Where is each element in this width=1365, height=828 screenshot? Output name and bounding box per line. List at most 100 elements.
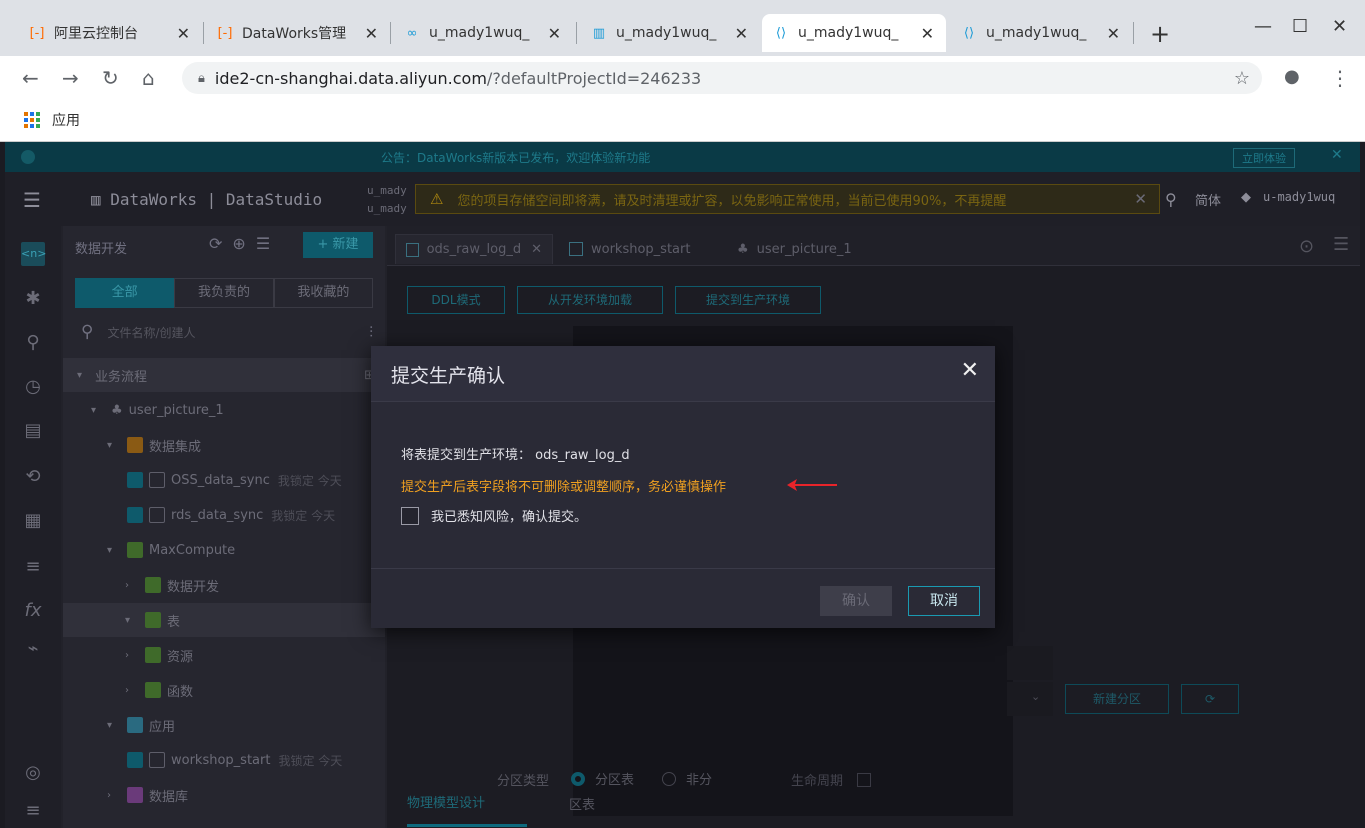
confirm-button[interactable]: 确认 (820, 586, 892, 616)
banner-button[interactable]: 立即体验 (1233, 148, 1295, 168)
tree-row[interactable]: OSS_data_sync 我锁定 今天 (63, 463, 385, 497)
browser-tab-aliyun-console[interactable]: [-] 阿里云控制台 ✕ (18, 14, 202, 52)
radio-icon[interactable] (662, 771, 677, 786)
browser-tab-6[interactable]: ⟨⟩ u_mady1wuq_ ✕ (950, 14, 1132, 52)
tree-row[interactable]: ▾ MaxCompute (63, 533, 385, 567)
tree-row[interactable]: workshop_start 我锁定 今天 (63, 743, 385, 777)
tab-mine[interactable]: 我负责的 (174, 278, 274, 308)
warning-icon: ⚠ (430, 190, 444, 208)
refresh-icon[interactable]: ⟳ (209, 234, 222, 253)
tree-row[interactable]: rds_data_sync 我锁定 今天 (63, 498, 385, 532)
tree-row[interactable]: › 资源 (63, 638, 385, 672)
add-partition-button[interactable]: 新建分区 (1065, 684, 1169, 714)
filter-icon[interactable]: ⫶ (369, 323, 373, 341)
tab-favorites[interactable]: 我收藏的 (273, 278, 373, 308)
browser-tab-4[interactable]: ▥ u_mady1wuq_ ✕ (580, 14, 760, 52)
close-icon[interactable]: ✕ (735, 24, 748, 43)
search-icon[interactable]: ⚲ (21, 332, 45, 356)
list-icon[interactable]: ☰ (256, 234, 270, 253)
calendar-icon[interactable]: ▦ (21, 510, 45, 534)
reload-icon[interactable]: ↻ (102, 66, 119, 90)
dialog-footer: 确认 取消 (371, 568, 995, 628)
user-name[interactable]: u-mady1wuq (1263, 190, 1335, 204)
tab-all[interactable]: 全部 (75, 278, 175, 308)
load-from-dev-button[interactable]: 从开发环境加载 (517, 286, 663, 314)
maxcompute-icon (127, 542, 143, 558)
menu-icon[interactable]: ≡ (21, 800, 45, 824)
chevron-down-icon: ▾ (77, 369, 83, 381)
editor-tab-user-picture[interactable]: ♣ user_picture_1 (727, 234, 862, 264)
menu-kebab-icon[interactable]: ⋮ (1330, 66, 1350, 90)
chevron-down-circle-icon[interactable]: ⊙ (1299, 236, 1314, 257)
bookmark-apps[interactable]: 应用 (24, 110, 80, 130)
tree-row[interactable]: ▾ 业务流程 ⊞ (63, 358, 385, 392)
tree-row[interactable]: ▾ 应用 (63, 708, 385, 742)
browser-tab-dataworks-manage[interactable]: [-] DataWorks管理 ✕ (206, 14, 390, 52)
code-icon[interactable]: <n> (21, 242, 46, 266)
new-tab-plus-icon[interactable]: + (1150, 20, 1170, 48)
table-icon (145, 612, 161, 628)
language-switch[interactable]: 简体 (1195, 190, 1221, 209)
browser-tab-5-active[interactable]: ⟨⟩ u_mady1wuq_ ✕ (762, 14, 946, 52)
tree-row[interactable]: ▾ 数据集成 (63, 428, 385, 462)
close-icon[interactable]: ✕ (1107, 24, 1120, 43)
tree-row[interactable]: ▾ ♣ user_picture_1 (63, 393, 385, 427)
clock-icon[interactable]: ◷ (21, 376, 45, 400)
window-close-icon[interactable]: ✕ (1332, 16, 1347, 37)
pulse-icon[interactable]: ⌁ (21, 638, 45, 662)
home-icon[interactable]: ⌂ (142, 66, 155, 90)
star-icon[interactable]: ☆ (1234, 68, 1250, 89)
sidebar-search[interactable]: ⚲ 文件名称/创建人 ⫶ (75, 318, 373, 346)
profile-icon[interactable]: ● (1284, 66, 1300, 87)
cancel-button[interactable]: 取消 (908, 586, 980, 616)
back-icon[interactable]: ← (22, 66, 39, 90)
component-icon[interactable]: ⟲ (21, 466, 45, 490)
editor-tab-ods-raw-log[interactable]: ods_raw_log_d ✕ (395, 234, 553, 264)
tree-row[interactable]: › 数据库 (63, 778, 385, 812)
ddl-mode-button[interactable]: DDL模式 (407, 286, 505, 314)
close-icon[interactable]: ✕ (548, 24, 561, 43)
refresh-icon[interactable]: ⟳ (1181, 684, 1239, 714)
function-icon[interactable]: fx (21, 600, 45, 624)
hamburger-menu-icon[interactable]: ☰ (23, 188, 41, 212)
acknowledge-checkbox[interactable] (401, 506, 419, 525)
close-icon[interactable]: ✕ (961, 358, 979, 383)
minimize-icon[interactable]: — (1254, 16, 1272, 37)
menu-icon[interactable]: ☰ (1333, 234, 1349, 255)
settings-icon[interactable]: ◎ (21, 762, 45, 786)
radio-selected-icon[interactable] (571, 771, 585, 786)
forward-icon[interactable]: → (62, 66, 79, 90)
bookmarks-bar: 应用 (0, 100, 1365, 142)
maximize-icon[interactable]: ☐ (1292, 16, 1308, 37)
close-icon[interactable]: ✕ (921, 24, 934, 43)
user-avatar-icon[interactable]: ◆ (1241, 190, 1251, 205)
tree-row[interactable]: › 函数 (63, 673, 385, 707)
submit-to-prod-button[interactable]: 提交到生产环境 (675, 286, 821, 314)
tree-row-selected[interactable]: ▾ 表 (63, 603, 385, 637)
list-icon[interactable]: ≡ (21, 556, 45, 580)
dataworks-ide-icon: ⟨⟩ (963, 25, 975, 41)
editor-tab-workshop-start[interactable]: workshop_start (559, 234, 700, 264)
close-icon[interactable]: ✕ (177, 24, 190, 43)
chevron-right-icon: › (107, 789, 111, 801)
toolbox-icon[interactable]: ▤ (21, 420, 45, 444)
acknowledge-checkbox-row[interactable]: 我已悉知风险，确认提交。 (401, 506, 587, 525)
tree-row[interactable]: › 数据开发 (63, 568, 385, 602)
project-selector[interactable]: u_mady u_mady (367, 182, 407, 218)
tab-underline (407, 824, 527, 827)
locate-icon[interactable]: ⊕ (232, 234, 245, 253)
app-icon (127, 717, 143, 733)
url-input[interactable]: 🔒︎ ide2-cn-shanghai.data.aliyun.com /?de… (182, 62, 1262, 94)
puzzle-icon[interactable]: ✱ (21, 288, 45, 312)
form-select[interactable]: ⌄ (1007, 682, 1053, 716)
browser-tab-3[interactable]: ∞ u_mady1wuq_ ✕ (393, 14, 573, 52)
search-icon[interactable]: ⚲ (1165, 190, 1177, 209)
lifecycle-checkbox[interactable] (857, 772, 872, 787)
new-button[interactable]: + 新建 (303, 232, 373, 258)
close-icon[interactable]: ✕ (1331, 147, 1343, 163)
close-icon[interactable]: ✕ (365, 24, 378, 43)
chevron-right-icon: › (125, 684, 129, 696)
physical-model-tab[interactable]: 物理模型设计 (407, 792, 485, 811)
close-icon[interactable]: ✕ (1134, 190, 1147, 208)
close-icon[interactable]: ✕ (531, 242, 542, 257)
